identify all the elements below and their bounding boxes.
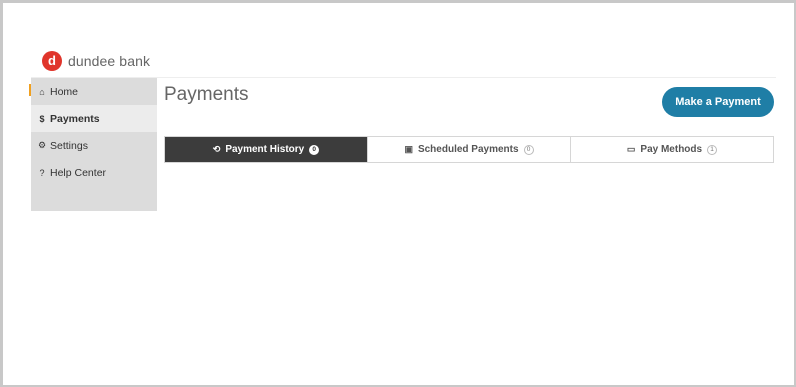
sidebar-item-label: Home (50, 85, 79, 98)
tab-scheduled-payments[interactable]: ▣ Scheduled Payments 0 (367, 137, 570, 162)
tab-pay-methods[interactable]: ▭ Pay Methods 1 (570, 137, 773, 162)
bank-name: dundee bank (68, 52, 151, 69)
history-icon: ⟲ (212, 144, 221, 154)
calendar-icon: ▣ (404, 144, 413, 154)
dollar-icon: $ (39, 113, 45, 124)
card-icon: ▭ (626, 144, 636, 154)
sidebar-item-label: Help Center (50, 166, 107, 179)
bank-logo-icon: d (42, 50, 62, 71)
sidebar-item-help-center[interactable]: ? Help Center (31, 159, 157, 186)
tab-label: Payment History (225, 144, 305, 155)
page-title: Payments (164, 84, 249, 105)
sidebar: ⌂ Home $ Payments ⚙ Settings ? Help Cent… (31, 78, 157, 211)
payment-tabs: ⟲ Payment History 0 ▣ Scheduled Payments… (164, 136, 774, 163)
sidebar-item-settings[interactable]: ⚙ Settings (31, 132, 157, 159)
sidebar-item-label: Payments (50, 112, 100, 125)
home-icon: ⌂ (39, 86, 45, 97)
count-badge: 1 (707, 144, 718, 155)
app-header: d dundee bank (31, 44, 776, 78)
sidebar-item-home[interactable]: ⌂ Home (31, 78, 157, 105)
tab-label: Scheduled Payments (417, 144, 519, 155)
sidebar-item-payments[interactable]: $ Payments (31, 105, 157, 132)
count-badge: 0 (523, 144, 534, 155)
tab-payment-history[interactable]: ⟲ Payment History 0 (165, 137, 367, 162)
gear-icon: ⚙ (37, 140, 47, 150)
tab-label: Pay Methods (640, 144, 703, 155)
make-payment-button[interactable]: Make a Payment (662, 87, 774, 117)
sidebar-item-label: Settings (50, 139, 88, 152)
count-badge: 0 (309, 144, 320, 155)
help-icon: ? (39, 167, 45, 178)
